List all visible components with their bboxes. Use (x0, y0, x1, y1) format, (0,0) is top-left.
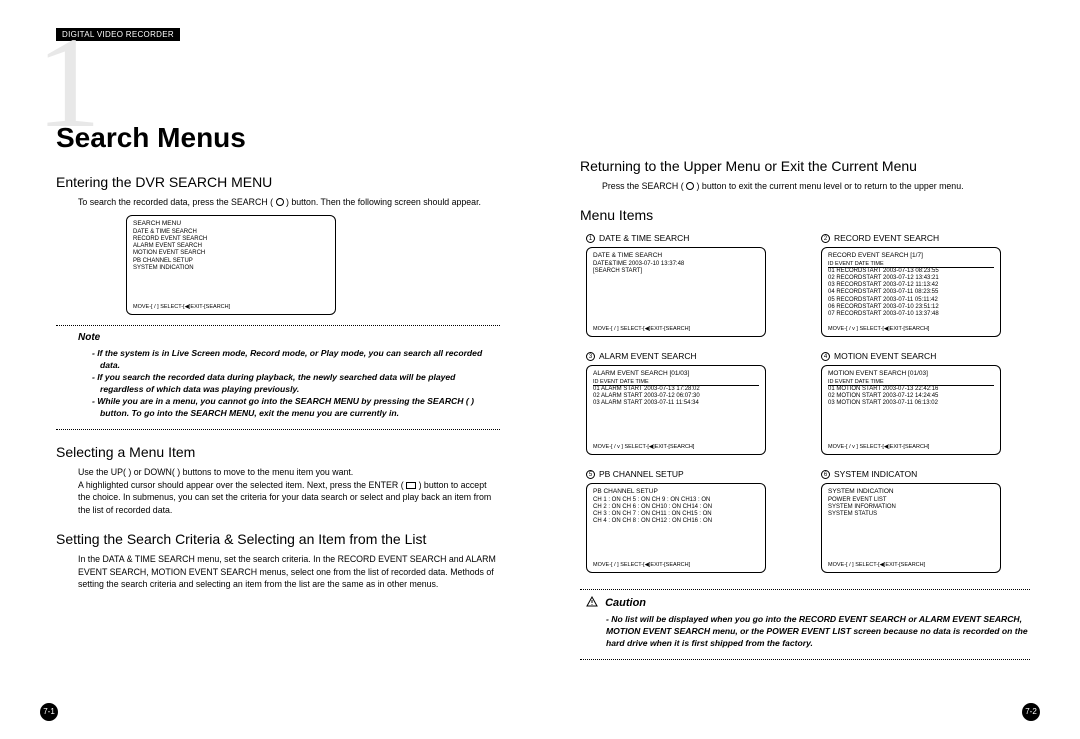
divider (580, 589, 1030, 590)
divider (56, 325, 500, 326)
right-page: Returning to the Upper Menu or Exit the … (540, 0, 1080, 739)
caution-body: - No list will be displayed when you go … (606, 613, 1030, 649)
note-heading: Note (78, 332, 500, 343)
cell-alarm-event: 3ALARM EVENT SEARCH ALARM EVENT SEARCH [… (580, 347, 795, 461)
num-1-icon: 1 (586, 234, 595, 243)
screen-footer: MOVE-[ / ] SELECT-[◀]EXIT-[SEARCH] (133, 304, 329, 310)
screen-lines: DATE & TIME SEARCH RECORD EVENT SEARCH A… (133, 229, 329, 272)
num-5-icon: 5 (586, 470, 595, 479)
section-setting-criteria: Setting the Search Criteria & Selecting … (56, 531, 500, 547)
num-2-icon: 2 (821, 234, 830, 243)
selecting-body: Use the UP( ) or DOWN( ) buttons to move… (78, 466, 500, 517)
left-page: DIGITAL VIDEO RECORDER 1 Search Menus En… (0, 0, 540, 739)
section-selecting-item: Selecting a Menu Item (56, 444, 500, 460)
cell-date-time: 1DATE & TIME SEARCH DATE & TIME SEARCH D… (580, 229, 795, 343)
screen-search-menu: SEARCH MENU DATE & TIME SEARCH RECORD EV… (126, 215, 336, 315)
screen-pb-channel: PB CHANNEL SETUP CH 1 : ON CH 5 : ON CH … (586, 483, 766, 573)
section-entering-search: Entering the DVR SEARCH MENU (56, 174, 500, 190)
cell-system-indication: 6SYSTEM INDICATON SYSTEM INDICATION POWE… (815, 465, 1030, 579)
warning-icon (586, 596, 598, 608)
page-number-right: 7-2 (1022, 703, 1040, 721)
screen-date-time: DATE & TIME SEARCH DATE&TIME 2003-07-10 … (586, 247, 766, 337)
menu-items-grid: 1DATE & TIME SEARCH DATE & TIME SEARCH D… (580, 229, 1030, 579)
search-button-icon (276, 198, 284, 206)
cell-motion-event: 4MOTION EVENT SEARCH MOTION EVENT SEARCH… (815, 347, 1030, 461)
num-3-icon: 3 (586, 352, 595, 361)
caution-heading: Caution (586, 596, 1030, 609)
txt: ) button. Then the following screen shou… (286, 197, 481, 207)
entering-body: To search the recorded data, press the S… (78, 196, 500, 209)
cell-record-event: 2RECORD EVENT SEARCH RECORD EVENT SEARCH… (815, 229, 1030, 343)
section-returning-upper: Returning to the Upper Menu or Exit the … (580, 158, 1030, 174)
screen-title: SEARCH MENU (133, 220, 329, 227)
cell-pb-channel: 5PB CHANNEL SETUP PB CHANNEL SETUP CH 1 … (580, 465, 795, 579)
screen-alarm-event: ALARM EVENT SEARCH [01/03] ID EVENT DATE… (586, 365, 766, 455)
returning-body: Press the SEARCH ( ) button to exit the … (602, 180, 1030, 193)
divider (580, 659, 1030, 660)
search-button-icon (686, 182, 694, 190)
chapter-title: Search Menus (56, 122, 500, 154)
note-list: - If the system is in Live Screen mode, … (92, 347, 500, 419)
divider (56, 429, 500, 430)
page-number-left: 7-1 (40, 703, 58, 721)
section-menu-items: Menu Items (580, 207, 1030, 223)
criteria-body: In the DATA & TIME SEARCH menu, set the … (78, 553, 500, 591)
txt: To search the recorded data, press the S… (78, 197, 273, 207)
screen-motion-event: MOTION EVENT SEARCH [01/03] ID EVENT DAT… (821, 365, 1001, 455)
screen-record-event: RECORD EVENT SEARCH [1/7] ID EVENT DATE … (821, 247, 1001, 337)
enter-button-icon (406, 482, 416, 489)
num-6-icon: 6 (821, 470, 830, 479)
page-spread: DIGITAL VIDEO RECORDER 1 Search Menus En… (0, 0, 1080, 739)
screen-system-indication: SYSTEM INDICATION POWER EVENT LIST SYSTE… (821, 483, 1001, 573)
num-4-icon: 4 (821, 352, 830, 361)
